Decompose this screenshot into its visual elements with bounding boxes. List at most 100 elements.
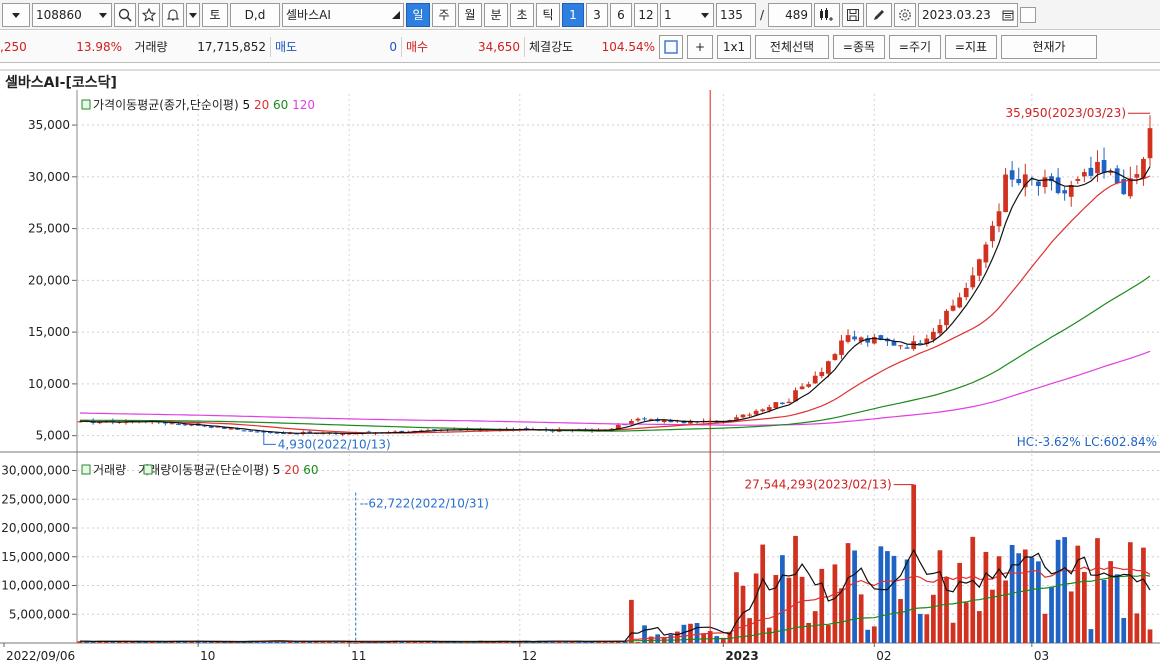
chevron-down-icon xyxy=(99,12,107,18)
interval-combo[interactable]: 1 xyxy=(660,2,714,27)
current-price-button[interactable]: 현재가 xyxy=(1001,34,1097,59)
volume-bar xyxy=(714,636,720,643)
candle-body xyxy=(1075,179,1081,181)
multiplier-button-6[interactable]: 6 xyxy=(610,2,632,27)
chart-title: 셀바스AI-[코스닥] xyxy=(5,74,117,91)
volume-bar xyxy=(1068,591,1074,643)
volume-bar xyxy=(911,484,917,643)
volume-bar xyxy=(1049,586,1054,643)
volume-bar xyxy=(1141,547,1146,643)
date-input[interactable]: 2023.03.23 xyxy=(918,2,1019,27)
volume-bar xyxy=(839,588,844,643)
price-tick-label: 5,000 xyxy=(36,429,70,443)
volume-bar xyxy=(760,544,766,643)
volume-bar xyxy=(1081,571,1087,643)
volume-bar xyxy=(917,613,923,643)
candle-body xyxy=(1088,167,1094,176)
volume-bar xyxy=(1127,542,1133,643)
stock-code-combo[interactable]: 108860 xyxy=(32,2,112,27)
period-button-day[interactable]: 일 xyxy=(406,2,430,27)
period-button-second[interactable]: 초 xyxy=(510,2,534,27)
volume-bar xyxy=(655,634,661,643)
volume-bar xyxy=(1022,549,1028,643)
divider xyxy=(524,36,525,57)
volume-tick-label: 15,000,000 xyxy=(1,550,70,564)
view-count-input[interactable]: 135 xyxy=(716,2,756,27)
square-toggle-button[interactable] xyxy=(659,34,683,59)
candle-body xyxy=(825,361,831,374)
volume-bar xyxy=(812,611,818,643)
date-tick-label: 2022/09/06 xyxy=(6,649,75,663)
volume-bar xyxy=(786,577,792,643)
period-button-tick[interactable]: 틱 xyxy=(536,2,560,27)
volume-bar xyxy=(1062,537,1068,643)
price-legend-period: 60 xyxy=(269,98,288,112)
sell-value: 0 xyxy=(389,39,397,54)
period-button-week[interactable]: 주 xyxy=(432,2,456,27)
candle-body xyxy=(819,372,825,377)
calendar-icon xyxy=(1002,10,1014,20)
candle-body xyxy=(898,345,903,347)
period-button-month[interactable]: 월 xyxy=(458,2,482,27)
candle-body xyxy=(1055,177,1061,194)
add-chart-button[interactable]: + xyxy=(687,34,713,59)
candle-body xyxy=(976,259,982,276)
search-button[interactable] xyxy=(114,2,136,27)
candle-body xyxy=(208,426,214,428)
candle-body xyxy=(254,431,260,433)
price-change: ,250 xyxy=(0,39,27,54)
link-item-button[interactable]: =종목 xyxy=(833,34,885,59)
candle-body xyxy=(182,424,188,426)
volume-tick-label: 25,000,000 xyxy=(1,492,70,506)
volume-bar xyxy=(976,611,982,643)
volume-bar xyxy=(825,625,831,643)
alert-button[interactable] xyxy=(162,2,184,27)
legend-marker-icon xyxy=(143,464,153,475)
layout-1x1-button[interactable]: 1x1 xyxy=(717,34,751,59)
volume-tick-label: 10,000,000 xyxy=(1,579,70,593)
volume-bar xyxy=(1042,613,1048,643)
multiplier-button-12[interactable]: 12 xyxy=(634,2,658,27)
price-tick-label: 25,000 xyxy=(28,222,70,236)
volume-bar xyxy=(747,618,752,643)
date-value: 2023.03.23 xyxy=(922,7,991,22)
chevron-down-icon xyxy=(701,12,709,18)
save-button[interactable] xyxy=(842,2,865,27)
volume-bar xyxy=(832,564,838,643)
candle-body xyxy=(944,310,949,326)
stock-name-field[interactable]: 셀바스AI xyxy=(282,2,404,27)
link-indicator-button[interactable]: =지표 xyxy=(945,34,997,59)
favorite-button[interactable] xyxy=(138,2,160,27)
volume-bar xyxy=(970,536,976,643)
settings-button[interactable] xyxy=(894,2,917,27)
link-cycle-button[interactable]: =주기 xyxy=(889,34,941,59)
interval-value: 1 xyxy=(664,7,672,22)
holiday-button[interactable]: 토 xyxy=(202,2,228,27)
date-format-button[interactable]: D,d xyxy=(230,2,280,27)
select-all-button[interactable]: 전체선택 xyxy=(755,34,829,59)
candle-body xyxy=(635,418,641,421)
candle-style-button[interactable] xyxy=(814,2,841,27)
volume-label: 거래량 xyxy=(134,40,168,54)
volume-bar xyxy=(668,634,674,643)
date-checkbox[interactable] xyxy=(1020,6,1037,23)
draw-tool-button[interactable] xyxy=(866,2,893,27)
alert-dropdown-button[interactable] xyxy=(186,2,200,27)
volume-bar xyxy=(688,623,693,643)
candle-body xyxy=(1134,174,1140,178)
volume-bar xyxy=(799,576,805,643)
date-tick-label: 02 xyxy=(876,649,891,663)
menu-dropdown-button[interactable] xyxy=(2,2,30,27)
stock-chart[interactable]: 셀바스AI-[코스닥] 35,000 30,000 25,000 20,000 15,0… xyxy=(0,64,1160,667)
date-tick-label: 03 xyxy=(1034,649,1049,663)
volume-bar xyxy=(294,642,299,644)
volume-bar xyxy=(931,594,936,643)
candle-body xyxy=(983,244,989,263)
multiplier-button-1[interactable]: 1 xyxy=(562,2,584,27)
legend-marker-icon xyxy=(81,464,91,475)
candle-body xyxy=(1147,128,1153,159)
multiplier-button-3[interactable]: 3 xyxy=(586,2,608,27)
period-button-minute[interactable]: 분 xyxy=(484,2,508,27)
toolbar: 108860 토 D,d 셀바스AI 일 주 월 분 초 틱 1 3 6 12 … xyxy=(0,0,1160,30)
candle-body xyxy=(1003,174,1008,213)
